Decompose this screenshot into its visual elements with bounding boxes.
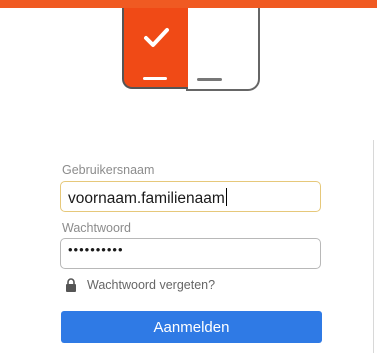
username-field[interactable]: voornaam.familienaam: [60, 181, 321, 212]
lock-icon: [66, 278, 76, 292]
logo-right-tile: [186, 8, 260, 91]
login-button[interactable]: Aanmelden: [61, 311, 322, 343]
page-divider: [373, 140, 374, 353]
password-mask: ••••••••••: [68, 242, 124, 257]
password-label: Wachtwoord: [62, 221, 132, 235]
username-label: Gebruikersnaam: [62, 163, 155, 177]
password-field[interactable]: ••••••••••: [60, 238, 321, 269]
text-caret: [225, 188, 227, 206]
forgot-password-link[interactable]: Wachtwoord vergeten?: [87, 278, 215, 292]
logo-dash-left: [143, 77, 167, 80]
logo-left-tile: [122, 8, 188, 89]
username-value: voornaam.familienaam: [68, 188, 227, 207]
forgot-password[interactable]: Wachtwoord vergeten?: [65, 277, 215, 293]
top-accent-bar: [0, 0, 377, 8]
app-logo: [122, 8, 260, 91]
logo-dash-right: [197, 78, 222, 81]
